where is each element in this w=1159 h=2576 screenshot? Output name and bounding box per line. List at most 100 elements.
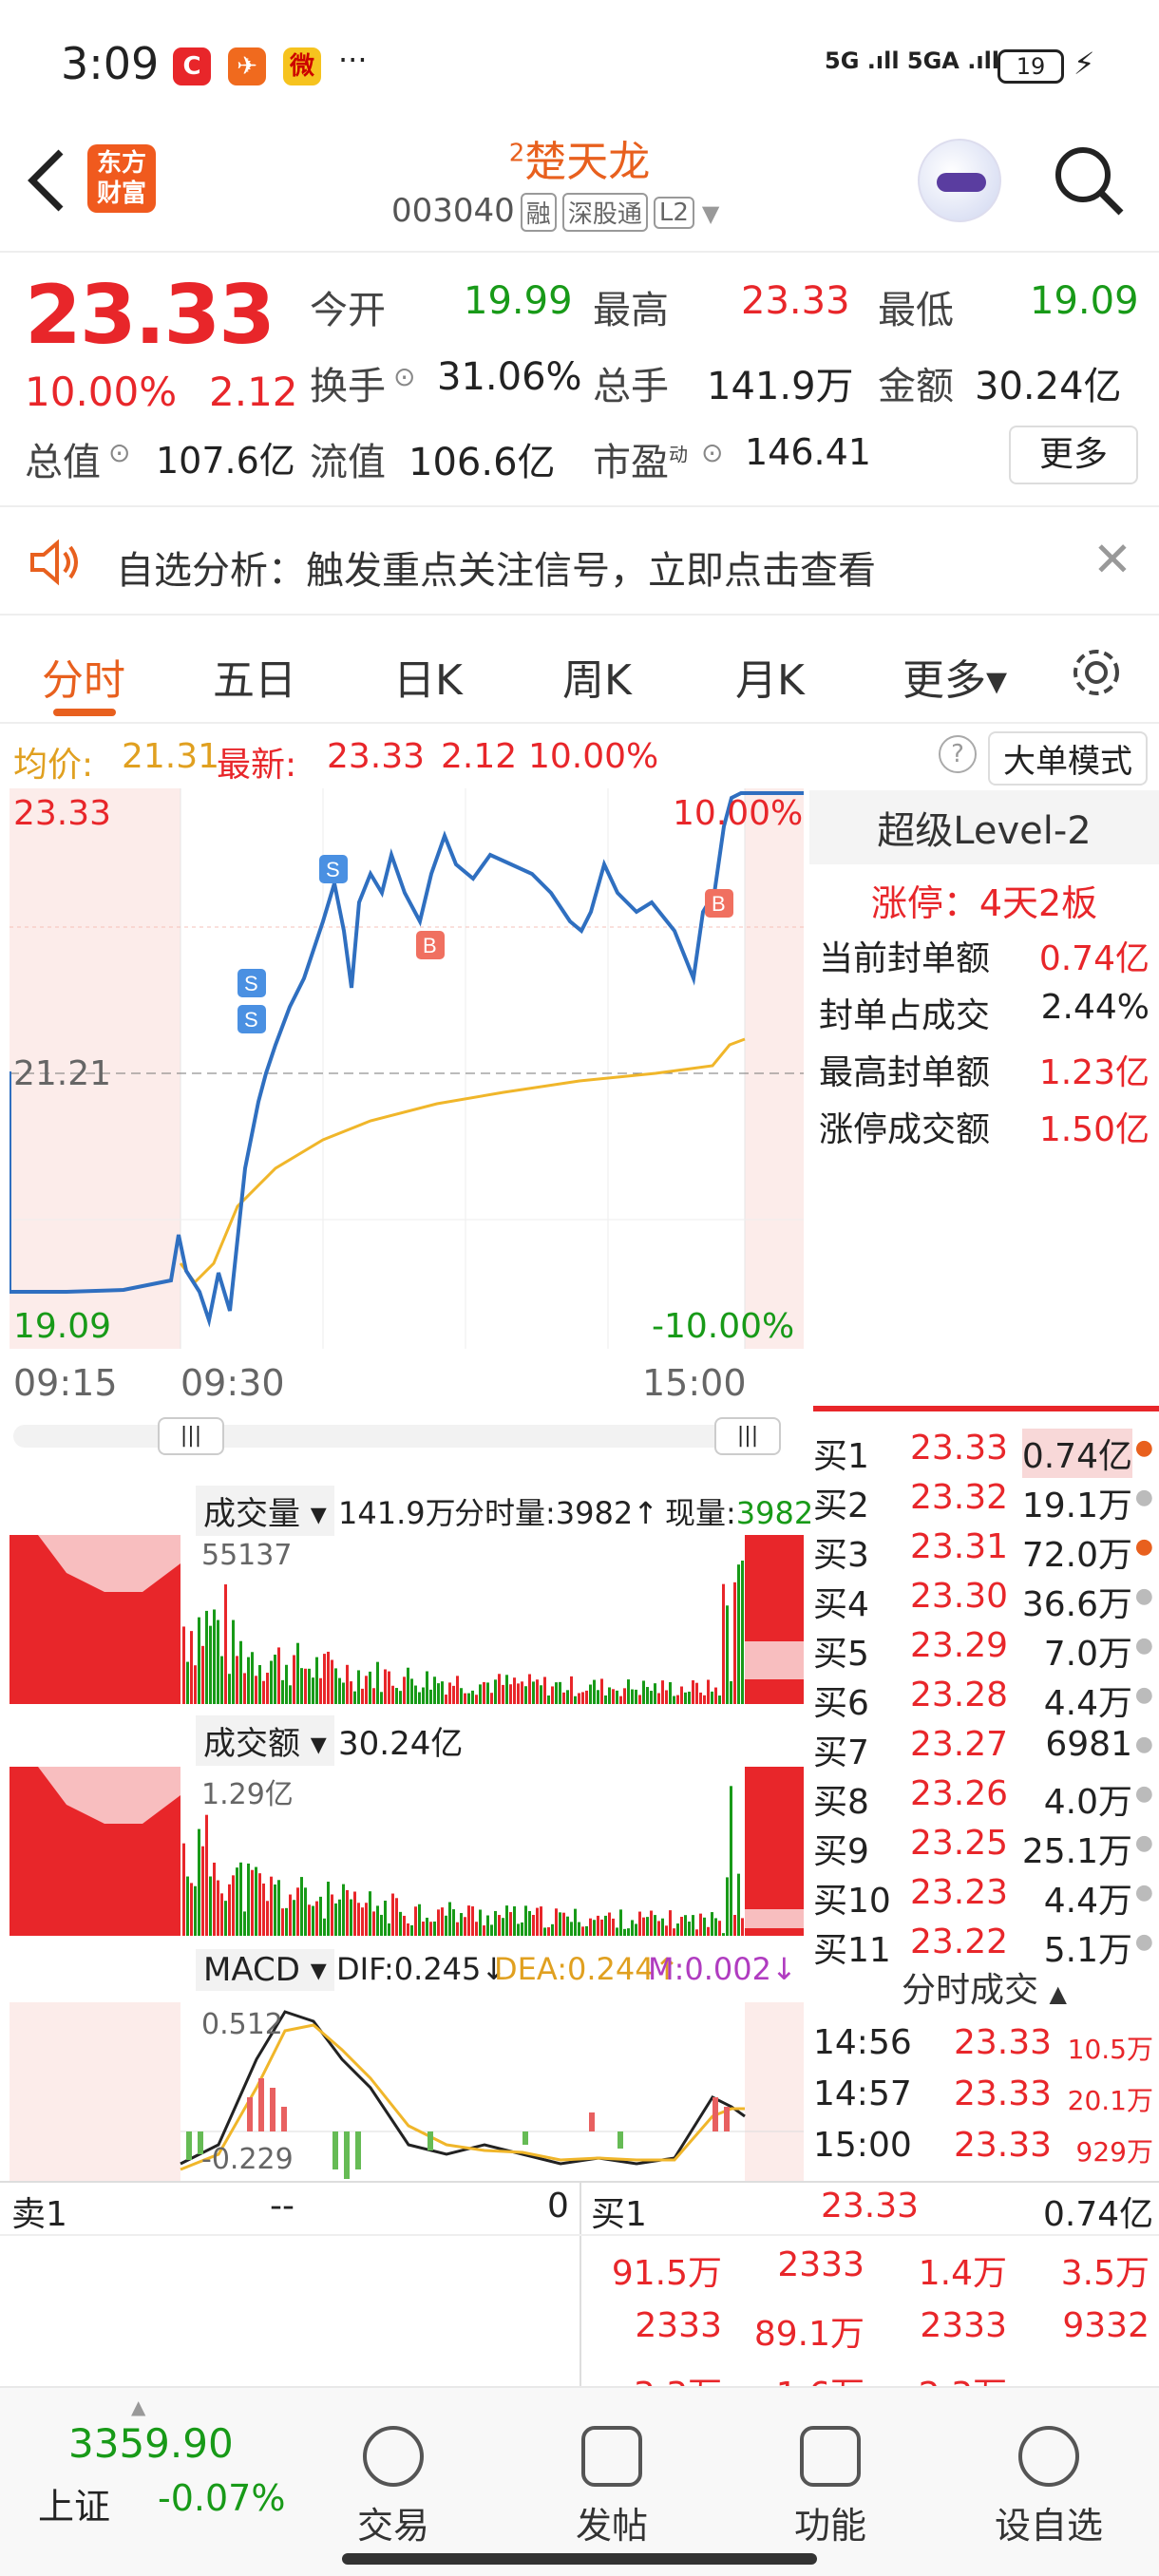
volume-bar bbox=[338, 1677, 341, 1704]
volume-bar bbox=[547, 1695, 550, 1704]
time-range-slider[interactable]: ||| ||| bbox=[13, 1417, 781, 1455]
latest-value: 23.33 bbox=[327, 737, 426, 776]
stock-code-row[interactable]: 003040 融深股通 L2 ▼ bbox=[391, 192, 719, 232]
big-order-mode-button[interactable]: 大单模式 bbox=[988, 731, 1148, 786]
order-dot-icon: ● bbox=[1134, 1683, 1153, 1707]
info-icon[interactable]: ⊙ bbox=[108, 437, 130, 468]
notice-bar[interactable]: 自选分析：触发重点关注信号，立即点击查看 ✕ bbox=[0, 505, 1159, 616]
order-book-row[interactable]: 买3 23.31 72.0万 ● bbox=[809, 1522, 1159, 1575]
volume-bar bbox=[289, 1685, 292, 1704]
level2-stat-row: 涨停成交额 1.50亿 bbox=[819, 1110, 1150, 1149]
volume-selector[interactable]: 成交量 ▾ bbox=[196, 1486, 334, 1536]
volume-bar bbox=[448, 1902, 451, 1936]
order-book-row[interactable]: 买9 23.25 25.1万 ● bbox=[809, 1818, 1159, 1871]
volume-bar bbox=[410, 1678, 413, 1704]
volume-bar bbox=[243, 1911, 246, 1936]
tab-five-day[interactable]: 五日 bbox=[213, 646, 296, 707]
volume-bar bbox=[654, 1683, 656, 1704]
index-name[interactable]: 上证 bbox=[38, 2477, 110, 2529]
slider-handle-right[interactable]: ||| bbox=[714, 1417, 781, 1455]
volume-bar bbox=[456, 1676, 459, 1704]
avg-label: 均价: bbox=[13, 746, 94, 785]
intraday-chart[interactable]: S S S B B 23.33 21.21 19.09 10.00% -10.0… bbox=[8, 788, 804, 1349]
order-book-row[interactable]: 买2 23.32 19.1万 ● bbox=[809, 1472, 1159, 1525]
nav-post[interactable]: 发帖 bbox=[536, 2426, 688, 2548]
divider bbox=[0, 2234, 1159, 2236]
volume-bar bbox=[600, 1678, 603, 1704]
order-volume: 4.4万 bbox=[1043, 1882, 1132, 1921]
buy1-volume: 0.74亿 bbox=[1043, 2195, 1154, 2234]
order-book-row[interactable]: 买8 23.26 4.0万 ● bbox=[809, 1769, 1159, 1822]
volume-bar bbox=[236, 1867, 238, 1936]
price-chart-svg: S S S B B bbox=[8, 788, 804, 1349]
nav-functions[interactable]: 功能 bbox=[754, 2426, 906, 2548]
search-icon[interactable] bbox=[1051, 142, 1127, 218]
volume-bar bbox=[467, 1693, 470, 1704]
nav-trade[interactable]: 交易 bbox=[317, 2426, 469, 2548]
order-book-row[interactable]: 买11 23.22 5.1万 ● bbox=[809, 1917, 1159, 1970]
volume-bar bbox=[327, 1651, 330, 1704]
order-book-row[interactable]: 买1 23.33 0.74亿 ● bbox=[809, 1423, 1159, 1478]
tab-monthly-k[interactable]: 月K bbox=[735, 646, 805, 707]
level2-header[interactable]: 超级Level-2 bbox=[809, 790, 1159, 864]
more-button[interactable]: 更多 bbox=[1009, 426, 1138, 484]
volume-bar bbox=[513, 1906, 516, 1936]
volume-bar bbox=[498, 1915, 501, 1936]
macd-selector[interactable]: MACD ▾ bbox=[196, 1949, 334, 1991]
volume-bar bbox=[581, 1926, 584, 1936]
intraday-info-line: 均价: 21.31 最新: 23.33 2.12 10.00% ? 大单模式 bbox=[0, 726, 1159, 786]
ticks-header[interactable]: 分时成交 ▲ bbox=[809, 1962, 1159, 2012]
volume-bar bbox=[289, 1894, 292, 1936]
order-level-label: 买7 bbox=[813, 1733, 869, 1772]
tab-intraday[interactable]: 分时 bbox=[42, 646, 125, 707]
volume-bar bbox=[342, 1682, 345, 1704]
robot-avatar-icon[interactable] bbox=[918, 139, 1001, 222]
y-axis-mid: 21.21 bbox=[13, 1054, 112, 1093]
volume-bar bbox=[718, 1695, 721, 1704]
volume-bar bbox=[688, 1922, 691, 1936]
info-icon[interactable]: ⊙ bbox=[393, 361, 415, 392]
close-shade bbox=[745, 788, 804, 1349]
order-book-row[interactable]: 买10 23.23 4.4万 ● bbox=[809, 1867, 1159, 1921]
help-icon[interactable]: ? bbox=[939, 735, 977, 773]
volume-bar bbox=[217, 1619, 219, 1704]
volume-bar bbox=[646, 1917, 649, 1936]
volume-bar bbox=[437, 1909, 440, 1936]
index-change[interactable]: -0.07% bbox=[158, 2477, 285, 2519]
tag-connect: 深股通 bbox=[561, 193, 648, 232]
volume-bar bbox=[232, 1619, 235, 1704]
close-icon[interactable]: ✕ bbox=[1092, 532, 1132, 587]
info-icon[interactable]: ⊙ bbox=[701, 437, 723, 468]
nav-add-watchlist[interactable]: 设自选 bbox=[973, 2426, 1125, 2548]
slider-handle-left[interactable]: ||| bbox=[158, 1417, 224, 1455]
expand-icon[interactable]: ▲ bbox=[131, 2396, 145, 2418]
volume-bar bbox=[741, 1560, 744, 1704]
queue-order: 2333 bbox=[920, 2306, 1007, 2345]
order-book-row[interactable]: 买6 23.28 4.4万 ● bbox=[809, 1670, 1159, 1723]
tab-daily-k[interactable]: 日K bbox=[393, 646, 463, 707]
volume-bar bbox=[220, 1893, 223, 1936]
order-dot-icon: ● bbox=[1134, 1782, 1153, 1806]
tab-more[interactable]: 更多▾ bbox=[902, 646, 1007, 707]
volume-bar bbox=[418, 1692, 421, 1704]
volume-bar bbox=[483, 1925, 485, 1936]
order-book-row[interactable]: 买4 23.30 36.6万 ● bbox=[809, 1571, 1159, 1624]
order-book-row[interactable]: 买5 23.29 7.0万 ● bbox=[809, 1620, 1159, 1674]
order-book-row[interactable]: 买7 23.27 6981 ● bbox=[809, 1719, 1159, 1772]
volume-bar bbox=[262, 1883, 265, 1936]
gear-icon[interactable] bbox=[1068, 644, 1125, 701]
tag-margin: 融 bbox=[520, 193, 557, 232]
volume-bar bbox=[627, 1928, 630, 1936]
volume-bar bbox=[224, 1584, 227, 1704]
volume-bar bbox=[262, 1680, 265, 1704]
volume-bar bbox=[551, 1923, 554, 1936]
tab-weekly-k[interactable]: 周K bbox=[562, 646, 632, 707]
volume-bar bbox=[384, 1669, 387, 1704]
turnover-label: 换手 bbox=[310, 365, 386, 408]
current-volume: 现量:3982 bbox=[665, 1495, 814, 1531]
amount-selector[interactable]: 成交额 ▾ bbox=[196, 1715, 334, 1766]
volume-bar bbox=[224, 1901, 227, 1936]
order-price: 23.26 bbox=[910, 1774, 1009, 1813]
index-value[interactable]: 3359.90 bbox=[68, 2420, 234, 2467]
order-level-label: 买1 bbox=[813, 1437, 869, 1476]
